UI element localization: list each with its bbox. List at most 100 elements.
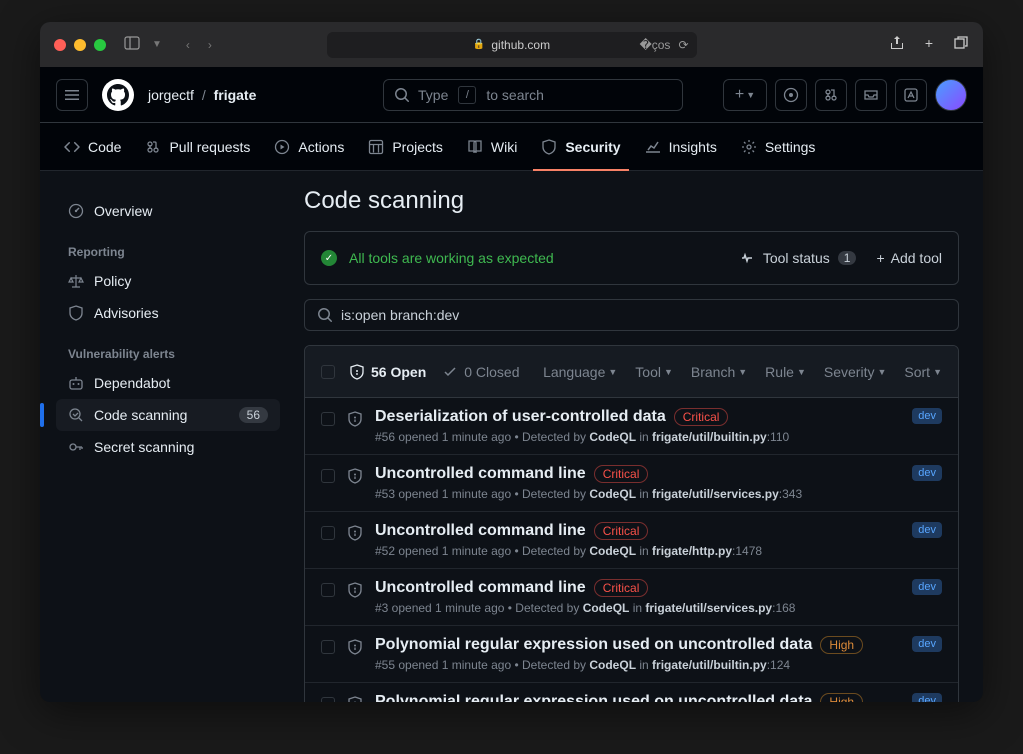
open-filter[interactable]: 56 Open [349,364,426,380]
alert-row[interactable]: Polynomial regular expression used on un… [305,626,958,683]
sidebar-toggle-icon[interactable] [124,35,140,54]
search-pre: Type [418,87,448,103]
sidebar-item-overview[interactable]: Overview [56,195,280,227]
tab-actions[interactable]: Actions [266,132,352,162]
share-icon[interactable] [889,35,905,54]
shield-icon [347,468,363,489]
chevron-down-icon: ▼ [933,367,942,377]
alert-title: Uncontrolled command line [375,579,586,597]
add-tool-button[interactable]: + Add tool [876,250,942,266]
tab-wiki[interactable]: Wiki [459,132,525,162]
tab-insights[interactable]: Insights [637,132,725,162]
key-icon [68,439,84,455]
user-avatar[interactable] [935,79,967,111]
alert-title: Uncontrolled command line [375,465,586,483]
alert-title: Polynomial regular expression used on un… [375,693,812,702]
filter-severity[interactable]: Severity▼ [824,364,887,380]
filter-input[interactable]: is:open branch:dev [304,299,959,331]
chevron-down-icon[interactable]: ▼ [152,39,162,50]
check-icon [442,364,458,380]
branch-badge: dev [912,579,942,595]
row-checkbox[interactable] [321,526,335,540]
filter-sort[interactable]: Sort▼ [904,364,942,380]
back-button[interactable]: ‹ [186,38,190,52]
list-header: 56 Open 0 Closed Language▼ Tool▼ Branch▼ Ru… [305,346,958,398]
shield-icon [347,411,363,432]
alert-title: Polynomial regular expression used on un… [375,636,812,654]
sidebar-item-secret-scanning[interactable]: Secret scanning [56,431,280,463]
filter-value: is:open branch:dev [341,307,459,323]
select-all-checkbox[interactable] [321,365,335,379]
code-icon [64,139,80,155]
forward-button[interactable]: › [208,38,212,52]
dependabot-icon [68,375,84,391]
global-search[interactable]: Type / to search [383,79,683,111]
row-checkbox[interactable] [321,469,335,483]
filter-branch[interactable]: Branch▼ [691,364,747,380]
severity-badge: Critical [594,522,649,540]
owner-link[interactable]: jorgectf [148,87,194,103]
severity-badge: High [820,693,863,702]
filter-rule[interactable]: Rule▼ [765,364,806,380]
tab-pull-requests[interactable]: Pull requests [137,132,258,162]
sidebar-item-policy[interactable]: Policy [56,265,280,297]
github-logo[interactable] [102,79,134,111]
add-dropdown[interactable]: +▼ [723,79,767,111]
inbox-button[interactable] [855,79,887,111]
severity-badge: Critical [594,579,649,597]
pr-icon [145,139,161,155]
command-button[interactable] [895,79,927,111]
page-title: Code scanning [304,187,959,215]
chevron-down-icon: ▼ [738,367,747,377]
alert-meta: #56 opened 1 minute ago • Detected by Co… [375,430,892,444]
maximize-window[interactable] [94,39,106,51]
close-window[interactable] [54,39,66,51]
tabs-icon[interactable] [953,35,969,54]
check-icon: ✓ [321,250,337,266]
gear-icon [741,139,757,155]
tab-security[interactable]: Security [533,132,628,162]
url-bar[interactable]: 🔒 github.com �ços⟳ [327,32,697,58]
status-bar: ✓ All tools are working as expected Tool… [304,231,959,285]
branch-badge: dev [912,465,942,481]
book-icon [467,139,483,155]
alert-title: Deserialization of user-controlled data [375,408,666,426]
alert-row[interactable]: Uncontrolled command lineCritical#3 open… [305,569,958,626]
branch-badge: dev [912,408,942,424]
refresh-icon[interactable]: ⟳ [678,38,688,52]
new-tab-icon[interactable]: + [925,35,933,54]
menu-button[interactable] [56,79,88,111]
tool-status-button[interactable]: Tool status 1 [739,250,857,266]
row-checkbox[interactable] [321,640,335,654]
search-icon [317,307,333,323]
repo-link[interactable]: frigate [214,87,257,103]
alert-row[interactable]: Deserialization of user-controlled dataC… [305,398,958,455]
chevron-down-icon: ▼ [664,367,673,377]
traffic-lights[interactable] [54,39,106,51]
sidebar-item-advisories[interactable]: Advisories [56,297,280,329]
tab-projects[interactable]: Projects [360,132,451,162]
shield-icon [68,305,84,321]
alert-row[interactable]: Uncontrolled command lineCritical#52 ope… [305,512,958,569]
alert-row[interactable]: Polynomial regular expression used on un… [305,683,958,702]
codescan-icon [68,407,84,423]
minimize-window[interactable] [74,39,86,51]
tab-code[interactable]: Code [56,132,129,162]
tab-settings[interactable]: Settings [733,132,824,162]
sidebar-item-code-scanning[interactable]: Code scanning56 [56,399,280,431]
row-checkbox[interactable] [321,412,335,426]
issues-button[interactable] [775,79,807,111]
chevron-down-icon: ▼ [797,367,806,377]
filter-tool[interactable]: Tool▼ [635,364,673,380]
sidebar-item-dependabot[interactable]: Dependabot [56,367,280,399]
alert-row[interactable]: Uncontrolled command lineCritical#53 ope… [305,455,958,512]
filter-language[interactable]: Language▼ [543,364,617,380]
reader-icon[interactable]: �ços [639,38,670,52]
pull-requests-button[interactable] [815,79,847,111]
row-checkbox[interactable] [321,583,335,597]
branch-badge: dev [912,636,942,652]
row-checkbox[interactable] [321,697,335,702]
alerts-list: 56 Open 0 Closed Language▼ Tool▼ Branch▼ Ru… [304,345,959,702]
shield-icon [541,139,557,155]
closed-filter[interactable]: 0 Closed [442,364,519,380]
